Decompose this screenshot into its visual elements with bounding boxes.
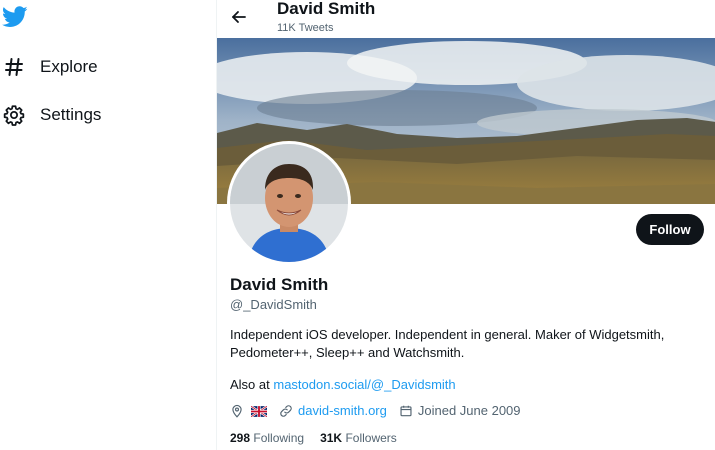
followers-label: Followers [345, 431, 397, 445]
profile-meta-row: david-smith.org Joined June 2009 [230, 403, 533, 418]
nav-item-label: Explore [40, 57, 98, 76]
profile-also-at: Also at mastodon.social/@_Davidsmith [230, 377, 456, 392]
bio-line: Pedometer++, Sleep++ and Watchsmith. [230, 345, 465, 360]
followers-link[interactable]: 31K Followers [320, 431, 397, 445]
bio-line: Independent iOS developer. Independent i… [230, 327, 665, 342]
profile-stats: 298 Following 31K Followers [230, 431, 413, 445]
nav-item-label: Settings [40, 105, 102, 124]
following-link[interactable]: 298 Following [230, 431, 304, 445]
profile-avatar[interactable] [230, 144, 348, 262]
header-tweet-count: 11K Tweets [277, 22, 334, 34]
nav-item-settings[interactable]: Settings [3, 100, 101, 130]
profile-website: david-smith.org [279, 403, 387, 418]
profile-bio: Independent iOS developer. Independent i… [230, 326, 700, 362]
header-profile-name: David Smith [277, 0, 376, 18]
follow-button[interactable]: Follow [636, 214, 704, 245]
location-pin-icon [232, 404, 242, 418]
profile-location [230, 404, 268, 418]
website-link[interactable]: david-smith.org [298, 403, 387, 418]
nav-item-explore[interactable]: Explore [3, 52, 98, 82]
joined-date: Joined June 2009 [417, 403, 521, 418]
followers-count: 31K [320, 431, 343, 445]
profile-main-column: David Smith 11K Tweets Follow David Smit… [216, 0, 715, 450]
left-navigation: Explore Settings [0, 0, 216, 450]
gear-icon [3, 104, 25, 126]
profile-header-bar: David Smith 11K Tweets [217, 0, 715, 38]
following-count: 298 [230, 431, 251, 445]
back-button[interactable] [229, 7, 249, 27]
following-label: Following [253, 431, 305, 445]
arrow-left-icon [232, 11, 246, 23]
profile-display-name: David Smith [230, 275, 329, 294]
also-at-prefix: Also at [230, 377, 274, 392]
profile-handle: @_DavidSmith [230, 297, 317, 312]
hashtag-icon [3, 56, 25, 78]
link-icon [280, 404, 292, 417]
twitter-bird-icon[interactable] [1, 6, 28, 28]
profile-joined: Joined June 2009 [399, 403, 521, 418]
calendar-icon [400, 405, 412, 416]
mastodon-link[interactable]: mastodon.social/@_Davidsmith [273, 377, 455, 392]
uk-flag-icon [250, 405, 268, 418]
